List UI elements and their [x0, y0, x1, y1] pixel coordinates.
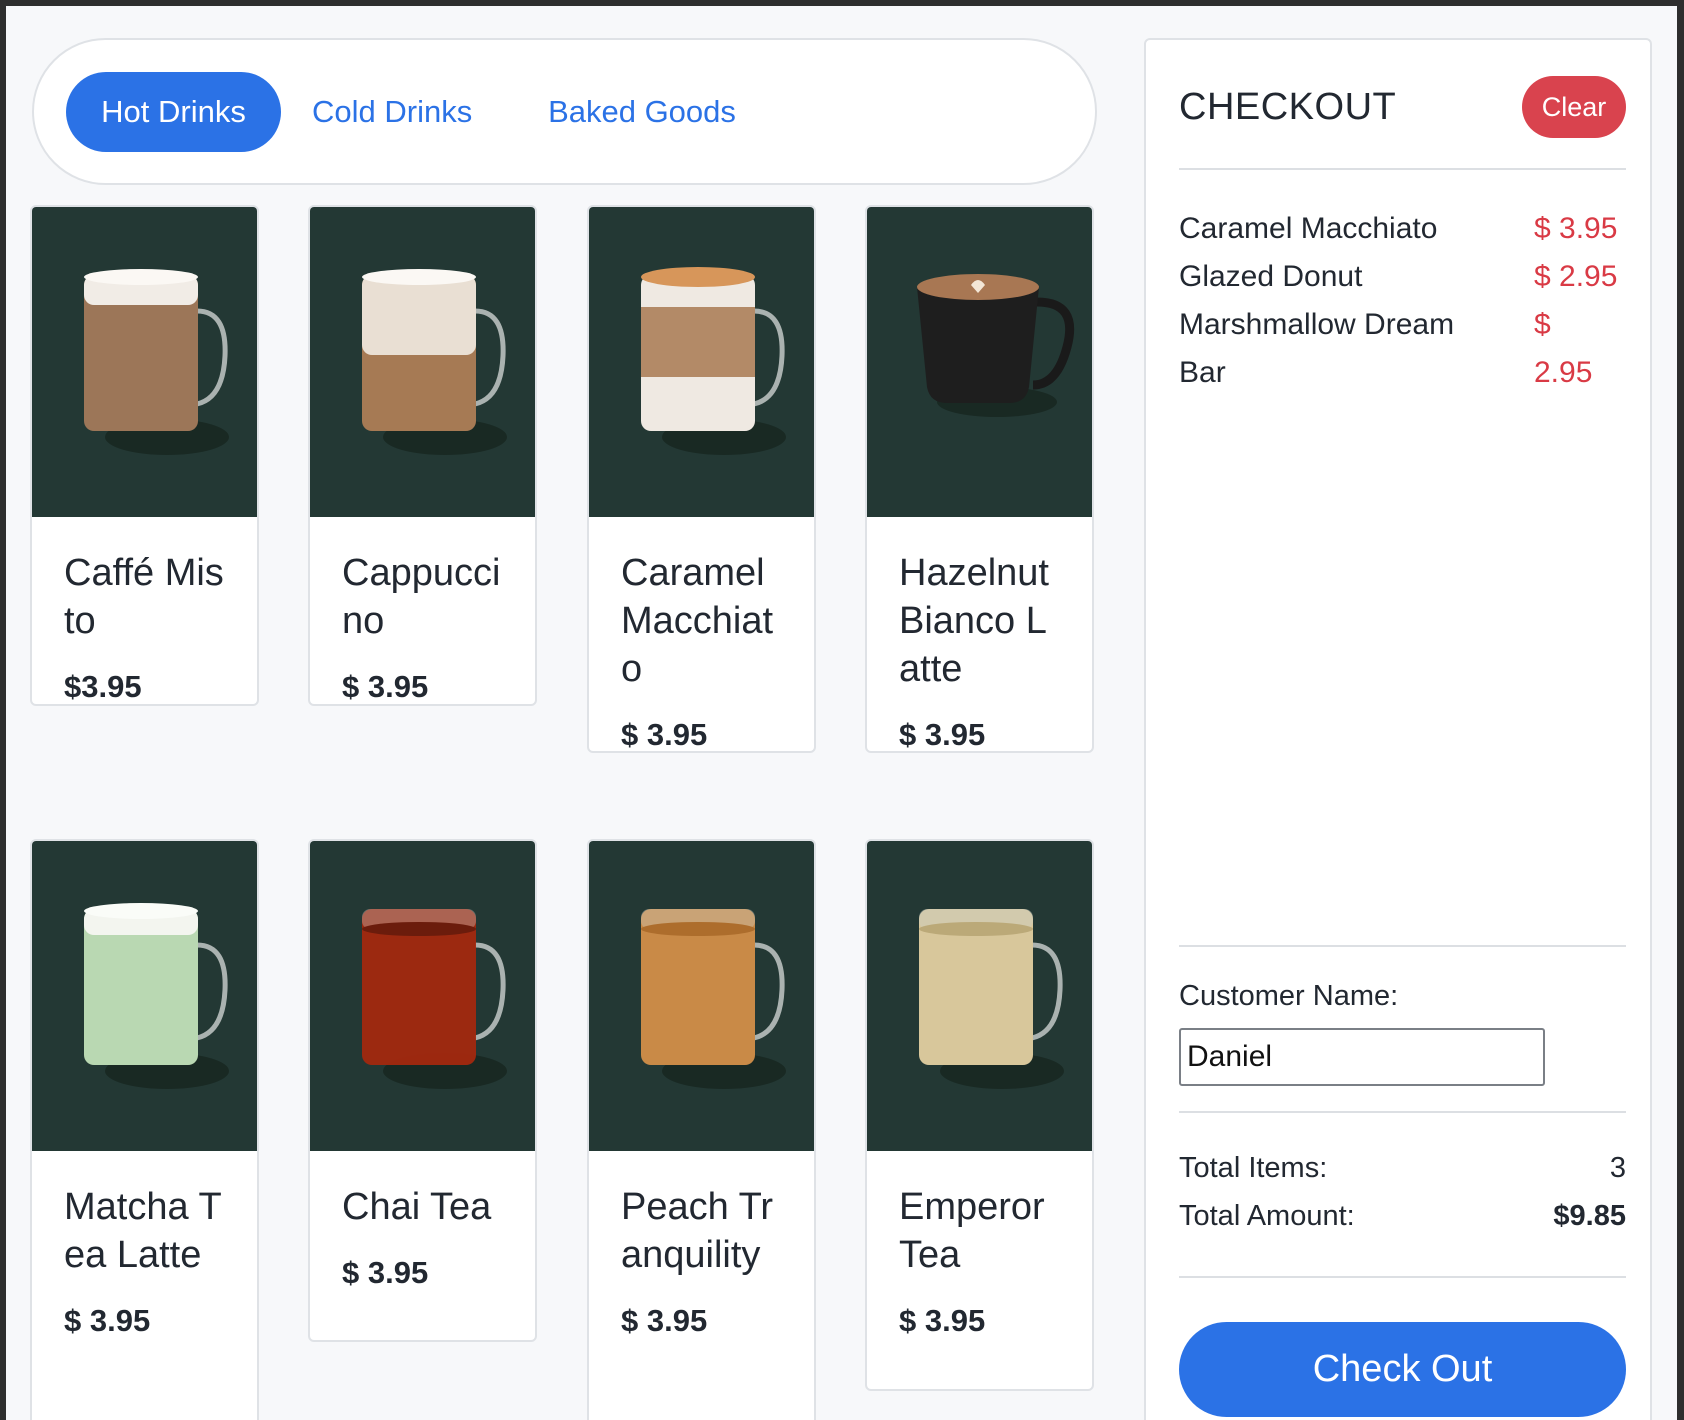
- product-price: $ 3.95: [621, 1303, 708, 1338]
- product-name: Matcha Tea Latte: [64, 1186, 222, 1276]
- product-price: $ 3.95: [342, 669, 429, 704]
- product-name: Peach Tranquility: [621, 1186, 774, 1276]
- product-name: Caramel Macchiato: [621, 552, 774, 690]
- product-photo: [589, 841, 814, 1151]
- category-tabs: Hot Drinks Cold Drinks Baked Goods: [32, 38, 1097, 185]
- order-item: Glazed Donut $ 2.95: [1179, 253, 1626, 301]
- product-name: Caffé Misto: [64, 552, 224, 642]
- order-item-name: Caramel Macchiato: [1179, 212, 1438, 245]
- product-card[interactable]: Caffé Misto $3.95: [30, 205, 259, 706]
- total-items-row: Total Items: 3: [1179, 1152, 1626, 1185]
- order-item: Caramel Macchiato $ 3.95: [1179, 205, 1626, 253]
- product-photo: [310, 841, 535, 1151]
- total-amount-label: Total Amount:: [1179, 1200, 1355, 1232]
- black-mug-icon: [917, 274, 1075, 417]
- clear-button[interactable]: Clear: [1522, 76, 1626, 138]
- peach-tea-mug-icon: [641, 909, 786, 1089]
- product-name: Cappuccino: [342, 552, 501, 642]
- product-price: $3.95: [64, 669, 142, 704]
- divider: [1179, 1111, 1626, 1113]
- checkout-panel: CHECKOUT Clear Caramel Macchiato $ 3.95 …: [1144, 38, 1652, 1420]
- total-amount-value: $9.85: [1553, 1200, 1626, 1232]
- matcha-mug-icon: [84, 903, 229, 1089]
- product-price: $ 3.95: [899, 717, 986, 752]
- product-card[interactable]: Cappuccino $ 3.95: [308, 205, 537, 706]
- emperor-tea-mug-icon: [919, 909, 1064, 1089]
- customer-name-input[interactable]: [1179, 1028, 1545, 1086]
- tab-baked-goods[interactable]: Baked Goods: [542, 72, 742, 152]
- product-price: $ 3.95: [621, 717, 708, 752]
- divider: [1179, 1276, 1626, 1278]
- product-card[interactable]: Matcha Tea Latte $ 3.95: [30, 839, 259, 1420]
- product-card[interactable]: Peach Tranquility $ 3.95: [587, 839, 816, 1420]
- order-item-price: $ 2.95: [1534, 260, 1618, 293]
- cappuccino-mug-icon: [362, 269, 507, 455]
- tab-cold-drinks[interactable]: Cold Drinks: [312, 72, 472, 152]
- checkout-title: CHECKOUT: [1179, 86, 1397, 128]
- total-amount-row: Total Amount: $9.85: [1179, 1200, 1626, 1233]
- total-items-value: 3: [1609, 1152, 1626, 1184]
- product-photo: [867, 207, 1092, 517]
- product-price: $ 3.95: [342, 1255, 429, 1290]
- product-card[interactable]: Hazelnut Bianco Latte $ 3.95: [865, 205, 1094, 753]
- order-item-price: $ 2.95: [1534, 308, 1593, 389]
- product-name: Emperor Tea: [899, 1186, 1045, 1276]
- order-list: Caramel Macchiato $ 3.95 Glazed Donut $ …: [1179, 205, 1626, 397]
- product-price: $ 3.95: [64, 1303, 151, 1338]
- product-photo: [867, 841, 1092, 1151]
- order-item-name: Glazed Donut: [1179, 260, 1363, 293]
- divider: [1179, 945, 1626, 947]
- product-card[interactable]: Chai Tea $ 3.95: [308, 839, 537, 1342]
- caramel-macchiato-mug-icon: [641, 267, 786, 455]
- product-name: Chai Tea: [342, 1186, 492, 1228]
- chai-tea-mug-icon: [362, 909, 507, 1089]
- product-photo: [32, 841, 257, 1151]
- check-out-button[interactable]: Check Out: [1179, 1322, 1626, 1417]
- product-photo: [32, 207, 257, 517]
- product-card[interactable]: Caramel Macchiato $ 3.95: [587, 205, 816, 753]
- customer-name-label: Customer Name:: [1179, 980, 1399, 1012]
- tab-hot-drinks[interactable]: Hot Drinks: [66, 72, 281, 152]
- product-price: $ 3.95: [899, 1303, 986, 1338]
- pos-screen: Hot Drinks Cold Drinks Baked Goods Caffé…: [6, 6, 1677, 1420]
- product-card[interactable]: Emperor Tea $ 3.95: [865, 839, 1094, 1391]
- total-items-label: Total Items:: [1179, 1152, 1328, 1184]
- divider: [1179, 168, 1626, 170]
- product-name: Hazelnut Bianco Latte: [899, 552, 1049, 690]
- order-item: Marshmallow Dream Bar $ 2.95: [1179, 301, 1626, 397]
- order-item-price: $ 3.95: [1534, 212, 1618, 245]
- order-item-name: Marshmallow Dream Bar: [1179, 308, 1455, 389]
- product-photo: [310, 207, 535, 517]
- product-photo: [589, 207, 814, 517]
- latte-mug-icon: [84, 269, 229, 455]
